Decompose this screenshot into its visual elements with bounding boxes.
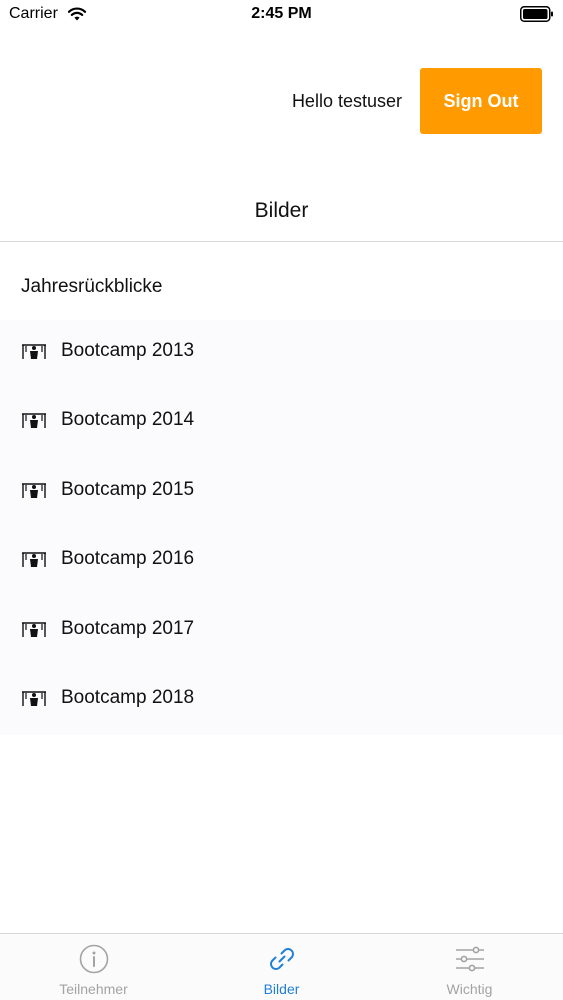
- tab-bilder[interactable]: Bilder: [188, 934, 375, 1000]
- tab-label: Wichtig: [446, 981, 493, 997]
- photo-icon: [22, 691, 46, 706]
- list-item[interactable]: Bootcamp 2014: [0, 389, 563, 458]
- greeting-label: Hello testuser: [291, 91, 402, 111]
- list-item-label: Bootcamp 2013: [61, 340, 195, 361]
- info-icon: [79, 944, 109, 974]
- list-item-label: Bootcamp 2014: [61, 409, 195, 430]
- status-bar: Carrier 2:45 PM: [0, 0, 563, 30]
- battery-icon: [520, 6, 553, 22]
- section-header: Jahresrückblicke: [21, 276, 163, 297]
- list-item[interactable]: Bootcamp 2018: [0, 667, 563, 736]
- title-divider: [0, 241, 563, 242]
- link-icon: [270, 948, 294, 970]
- header: Hello testuser Sign Out: [0, 68, 563, 134]
- tab-wichtig[interactable]: Wichtig: [376, 934, 563, 1000]
- status-time: 2:45 PM: [251, 5, 312, 22]
- sliders-icon: [456, 946, 484, 972]
- tab-label: Bilder: [263, 981, 300, 997]
- list-item[interactable]: Bootcamp 2016: [0, 528, 563, 597]
- list-item-label: Bootcamp 2017: [61, 618, 195, 639]
- list-item[interactable]: Bootcamp 2015: [0, 459, 563, 528]
- tab-bar: Teilnehmer Bilder Wichtig: [0, 933, 563, 1000]
- list-item-label: Bootcamp 2018: [61, 687, 195, 708]
- photo-icon: [22, 483, 46, 498]
- photo-icon: [22, 552, 46, 567]
- photo-icon: [22, 344, 46, 359]
- list-item[interactable]: Bootcamp 2013: [0, 320, 563, 389]
- tab-label: Teilnehmer: [59, 981, 128, 997]
- tab-teilnehmer[interactable]: Teilnehmer: [0, 934, 187, 1000]
- list-item[interactable]: Bootcamp 2017: [0, 598, 563, 667]
- page-title: Bilder: [254, 199, 309, 222]
- photo-icon: [22, 622, 46, 637]
- list-item-label: Bootcamp 2016: [61, 548, 195, 569]
- list-item-label: Bootcamp 2015: [61, 479, 195, 500]
- photo-icon: [22, 413, 46, 428]
- sign-out-button[interactable]: Sign Out: [420, 68, 542, 134]
- gallery-list: Bootcamp 2013 Bootcamp 2014 Bootcamp 201…: [0, 320, 563, 735]
